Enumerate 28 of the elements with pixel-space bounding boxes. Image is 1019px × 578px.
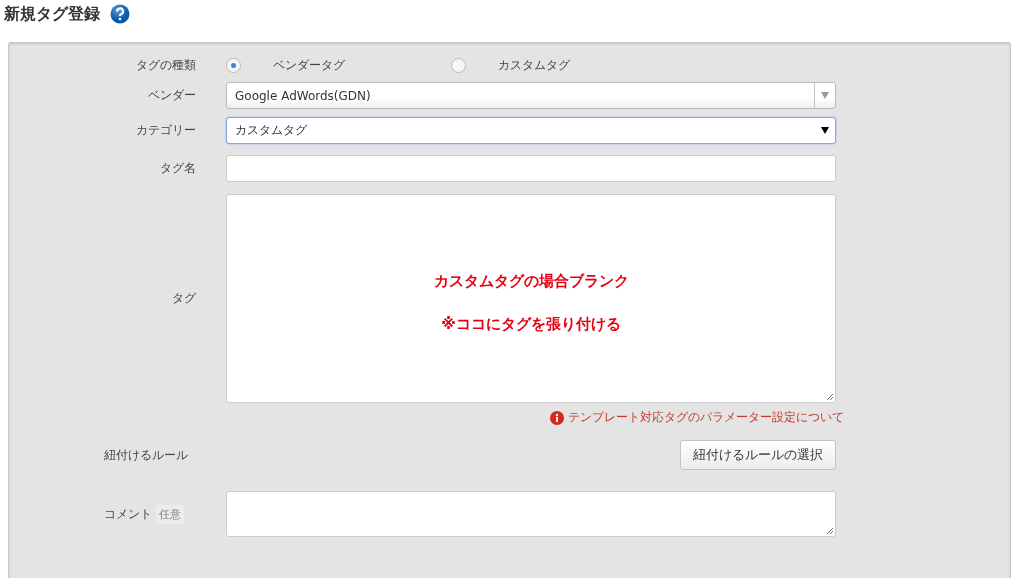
help-icon[interactable] — [110, 4, 130, 24]
field-label: カテゴリー — [136, 122, 196, 139]
field-label: タグ名 — [160, 160, 196, 177]
dropdown-arrow-icon — [821, 92, 829, 99]
radio-label[interactable]: カスタムタグ — [498, 57, 570, 74]
field-label: コメント — [104, 505, 152, 523]
radio-button[interactable] — [451, 58, 466, 73]
radio-label[interactable]: ベンダータグ — [273, 57, 345, 74]
select-rule-button[interactable]: 紐付けるルールの選択 — [680, 440, 836, 470]
page-title: 新規タグ登録 — [4, 3, 100, 25]
resize-grip-icon[interactable] — [826, 527, 834, 535]
field-label: タグ — [172, 290, 196, 307]
field-label: 紐付けるルール — [104, 446, 188, 464]
annotation-text: ※ココにタグを張り付ける — [441, 314, 621, 334]
resize-grip-icon[interactable] — [826, 393, 834, 401]
category-select[interactable]: カスタムタグ — [226, 117, 836, 144]
radio-button[interactable] — [226, 58, 241, 73]
vendor-select[interactable]: Google AdWords(GDN) — [226, 82, 836, 109]
annotation-text: カスタムタグの場合ブランク — [433, 271, 629, 291]
tag-field[interactable]: カスタムタグの場合ブランク ※ココにタグを張り付ける — [226, 194, 836, 403]
comment-field[interactable] — [226, 491, 836, 537]
optional-badge: 任意 — [156, 504, 184, 524]
field-label: タグの種類 — [136, 57, 196, 74]
help-link[interactable]: テンプレート対応タグのパラメーター設定について — [568, 409, 844, 426]
dropdown-arrow-icon — [821, 127, 829, 134]
info-icon — [550, 410, 564, 425]
field-label: ベンダー — [148, 87, 196, 104]
tag-name-field[interactable] — [226, 155, 836, 182]
